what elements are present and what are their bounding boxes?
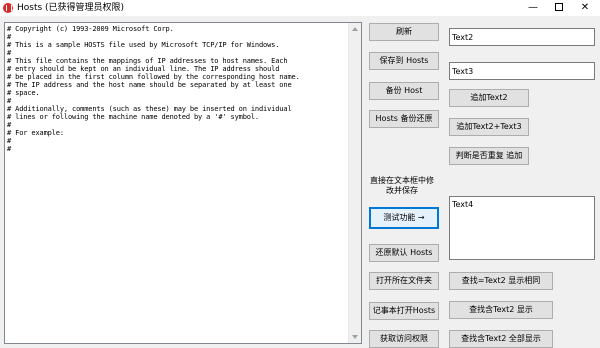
minimize-button[interactable]: — [520, 0, 546, 16]
text2-input[interactable] [449, 28, 595, 46]
text4-textarea[interactable]: Text4 [449, 196, 595, 260]
hosts-editor: # Copyright (c) 1993-2009 Microsoft Corp… [4, 22, 362, 344]
add-text2-button[interactable]: 追加Text2 [449, 89, 529, 107]
vertical-scrollbar[interactable] [348, 23, 361, 343]
title-bar: Hosts (已获得管理员权限) — ✕ [0, 0, 600, 16]
find-contains-text2-all-button[interactable]: 查找含Text2 全部显示 [449, 330, 553, 348]
notepad-open-button[interactable]: 记事本打开Hosts [369, 302, 439, 320]
test-feature-button[interactable]: 测试功能 → [369, 207, 439, 229]
add-text2-text3-button[interactable]: 追加Text2+Text3 [449, 118, 529, 136]
hosts-textarea[interactable]: # Copyright (c) 1993-2009 Microsoft Corp… [7, 25, 348, 341]
hosts-restore-button[interactable]: Hosts 备份还原 [369, 110, 439, 128]
close-button[interactable]: ✕ [572, 0, 598, 16]
maximize-icon [555, 3, 563, 11]
scroll-down-icon[interactable] [349, 331, 361, 343]
find-equal-text2-button[interactable]: 查找=Text2 显示相同 [449, 272, 553, 290]
text3-input[interactable] [449, 62, 595, 80]
get-access-button[interactable]: 获取访问权限 [369, 330, 439, 348]
backup-host-button[interactable]: 备份 Host [369, 82, 439, 100]
restore-default-button[interactable]: 还原默认 Hosts [369, 244, 439, 262]
window-title: Hosts (已获得管理员权限) [17, 3, 125, 13]
find-contains-text2-button[interactable]: 查找含Text2 显示 [449, 301, 553, 319]
maximize-button[interactable] [546, 0, 572, 16]
save-hint-text: 直接在文本框中修改并保存 [370, 176, 434, 195]
save-hosts-button[interactable]: 保存到 Hosts [369, 52, 439, 70]
open-folder-button[interactable]: 打开所在文件夹 [369, 272, 439, 290]
refresh-button[interactable]: 刷新 [369, 23, 439, 41]
check-duplicate-add-button[interactable]: 判断是否重复 追加 [449, 147, 529, 165]
app-icon [3, 3, 13, 13]
scroll-up-icon[interactable] [349, 23, 361, 35]
